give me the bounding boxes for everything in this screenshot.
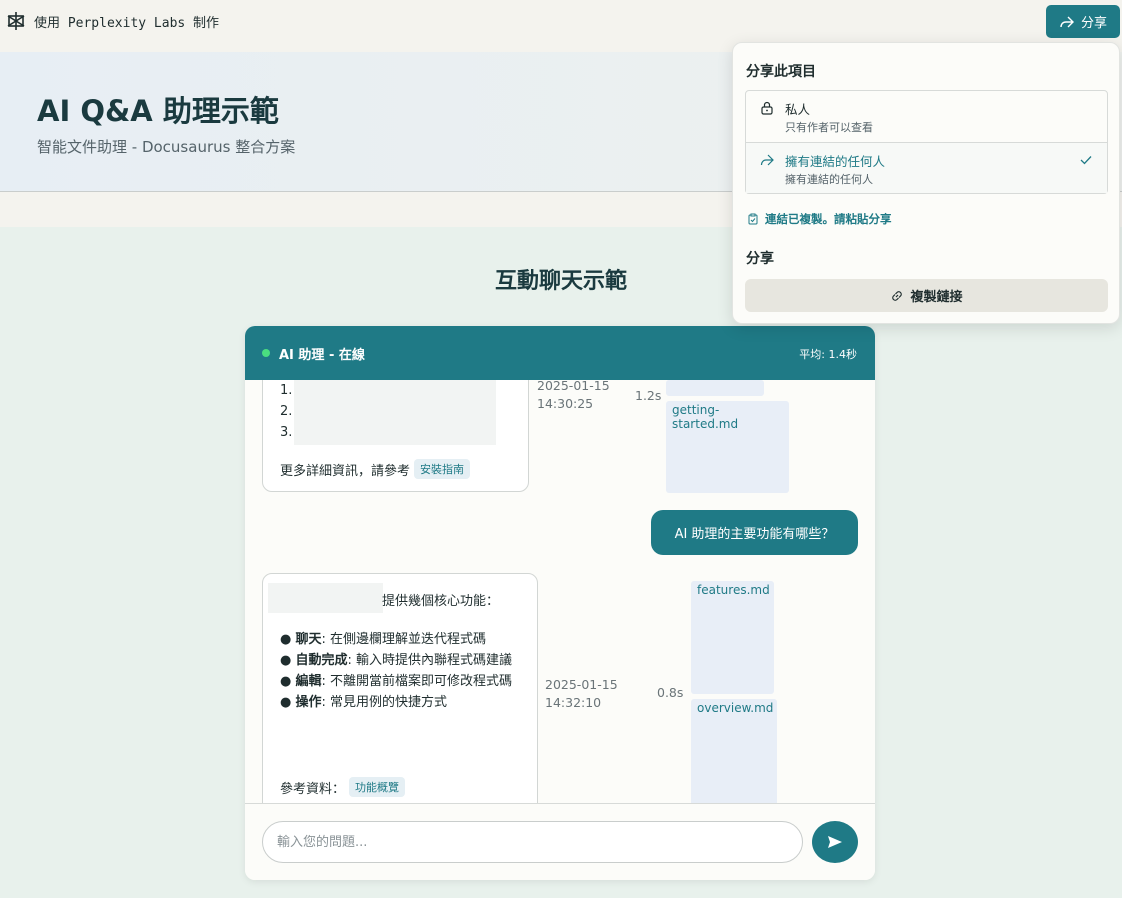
chat-title: AI 助理 - 在線 bbox=[279, 348, 365, 363]
features-intro: 提供幾個核心功能： bbox=[382, 594, 500, 609]
visibility-options: 私人 只有作者可以查看 擁有連結的任何人 擁有連結的任何人 bbox=[745, 90, 1108, 194]
question-input[interactable] bbox=[262, 821, 803, 863]
chat-header: AI 助理 - 在線 平均: 1.4秒 bbox=[245, 326, 875, 380]
assistant-message: 1. 2. 3. 更多詳細資訊，請參考 安裝指南 bbox=[262, 380, 529, 492]
source-chip bbox=[666, 380, 764, 396]
link-copied-text: 連結已複製。請粘貼分享 bbox=[765, 212, 892, 226]
average-response-time: 平均: 1.4秒 bbox=[799, 348, 857, 361]
share-button[interactable]: 分享 bbox=[1046, 5, 1120, 38]
reference-link[interactable]: 安裝指南 bbox=[414, 459, 471, 479]
send-icon bbox=[828, 836, 842, 848]
source-chip[interactable]: getting-started.md bbox=[666, 401, 789, 493]
brand[interactable]: 使用 Perplexity Labs 制作 bbox=[6, 11, 219, 31]
redacted-content bbox=[294, 380, 496, 445]
redacted-content bbox=[268, 583, 383, 613]
copy-link-button[interactable]: 複製鏈接 bbox=[745, 279, 1108, 312]
page-title: AI Q&A 助理示範 bbox=[37, 94, 279, 128]
share-icon bbox=[1060, 16, 1074, 27]
feature-item: ● 操作: 常見用例的快捷方式 bbox=[280, 695, 448, 710]
more-info-text: 更多詳細資訊，請參考 bbox=[280, 463, 411, 479]
reference-link[interactable]: 功能概覽 bbox=[349, 777, 406, 797]
timestamp-time: 14:30:25 bbox=[537, 396, 594, 411]
timestamp-time: 14:32:10 bbox=[545, 695, 602, 710]
visibility-option-anyone-with-link[interactable]: 擁有連結的任何人 擁有連結的任何人 bbox=[746, 142, 1107, 193]
brand-label: 使用 Perplexity Labs 制作 bbox=[34, 15, 220, 31]
response-duration: 1.2s bbox=[635, 388, 662, 403]
copy-link-label: 複製鏈接 bbox=[910, 290, 963, 305]
message-timestamp: 2025-01-15 14:30:25 bbox=[537, 380, 610, 413]
chat-messages[interactable]: 1. 2. 3. 更多詳細資訊，請參考 安裝指南 2025-01-15 14:3… bbox=[245, 380, 875, 803]
reference-label: 參考資料： bbox=[280, 781, 346, 797]
assistant-message: 提供幾個核心功能： ● 聊天: 在側邊欄理解並迭代程式碼 ● 自動完成: 輸入時… bbox=[262, 573, 538, 803]
send-button[interactable] bbox=[812, 821, 858, 863]
share-button-label: 分享 bbox=[1080, 16, 1107, 31]
link-icon bbox=[892, 290, 903, 301]
option-description: 擁有連結的任何人 bbox=[785, 173, 873, 186]
message-timestamp: 2025-01-15 14:32:10 bbox=[545, 676, 618, 712]
online-status-icon bbox=[262, 349, 270, 357]
response-duration: 0.8s bbox=[657, 685, 684, 700]
timestamp-date: 2025-01-15 bbox=[545, 677, 618, 692]
option-label: 擁有連結的任何人 bbox=[785, 154, 886, 169]
source-chip[interactable]: features.md bbox=[691, 581, 774, 694]
share-heading: 分享 bbox=[746, 251, 774, 267]
lock-icon bbox=[761, 101, 773, 115]
list-item: 3. bbox=[280, 425, 293, 440]
feature-item: ● 自動完成: 輸入時提供內聯程式碼建議 bbox=[280, 653, 513, 668]
perplexity-logo-icon bbox=[7, 12, 25, 30]
feature-item: ● 編輯: 不離開當前檔案即可修改程式碼 bbox=[280, 674, 513, 689]
visibility-option-private[interactable]: 私人 只有作者可以查看 bbox=[746, 91, 1107, 142]
timestamp-date: 2025-01-15 bbox=[537, 380, 610, 393]
list-item: 2. bbox=[280, 404, 293, 419]
option-description: 只有作者可以查看 bbox=[785, 121, 873, 134]
feature-item: ● 聊天: 在側邊欄理解並迭代程式碼 bbox=[280, 632, 487, 647]
chat-footer bbox=[245, 803, 875, 880]
top-bar: 使用 Perplexity Labs 制作 分享 bbox=[0, 0, 1122, 44]
list-item: 1. bbox=[280, 383, 293, 398]
source-chip[interactable]: overview.md bbox=[691, 699, 777, 803]
share-popover: 分享此項目 私人 只有作者可以查看 擁有連結的任何人 擁有連結的任何人 連結已複… bbox=[732, 42, 1120, 324]
user-message: AI 助理的主要功能有哪些？ bbox=[651, 510, 858, 555]
checkmark-icon bbox=[1080, 156, 1092, 165]
link-copied-note: 連結已複製。請粘貼分享 bbox=[747, 211, 892, 227]
chat-window: AI 助理 - 在線 平均: 1.4秒 1. 2. 3. 更多詳細資訊，請參考 … bbox=[245, 326, 875, 880]
share-popover-title: 分享此項目 bbox=[746, 64, 816, 80]
option-label: 私人 bbox=[785, 102, 811, 117]
share-icon bbox=[760, 154, 774, 166]
page-subtitle: 智能文件助理 - Docusaurus 整合方案 bbox=[37, 138, 296, 156]
clipboard-icon bbox=[748, 213, 758, 225]
